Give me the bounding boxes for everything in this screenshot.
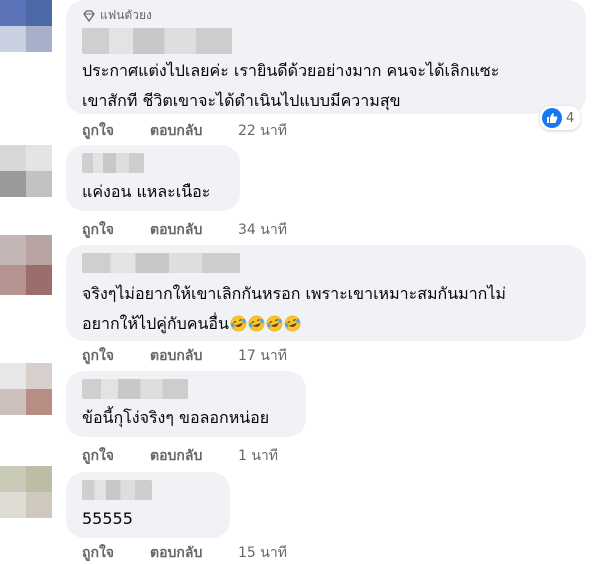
avatar[interactable] — [0, 235, 52, 295]
avatar[interactable] — [0, 0, 52, 52]
timestamp[interactable]: 1 นาที — [238, 445, 278, 467]
reply-button[interactable]: ตอบกลับ — [150, 542, 238, 564]
comment-bubble: 55555 — [66, 472, 230, 538]
avatar[interactable] — [0, 145, 52, 197]
comment-line: อยากให้ไปคู่กับคนอื่น — [82, 314, 229, 333]
laughing-crying-emoji-icon — [248, 315, 265, 332]
comment-text: ประกาศแต่งไปเลยค่ะ เรายินดีด้วยอย่างมาก … — [82, 56, 499, 116]
comment-actions: ถูกใจ ตอบกลับ 22 นาที — [82, 120, 287, 142]
laughing-crying-emoji-icon — [284, 315, 301, 332]
timestamp[interactable]: 22 นาที — [238, 120, 287, 142]
timestamp[interactable]: 15 นาที — [238, 542, 287, 564]
timestamp[interactable]: 17 นาที — [238, 345, 287, 367]
comment-text: ข้อนี้กุโง่จริงๆ ขอลอกหน่อย — [82, 403, 269, 433]
comment-line: ข้อนี้กุโง่จริงๆ ขอลอกหน่อย — [82, 408, 270, 427]
laughing-crying-emoji-icon — [266, 315, 283, 332]
like-reaction-icon — [542, 108, 562, 128]
like-button[interactable]: ถูกใจ — [82, 445, 150, 467]
like-button[interactable]: ถูกใจ — [82, 345, 150, 367]
comment-line: 55555 — [82, 509, 133, 528]
comment-bubble: ข้อนี้กุโง่จริงๆ ขอลอกหน่อย — [66, 371, 306, 437]
emoji-group — [229, 314, 301, 333]
badge-label: แฟนตัวยง — [100, 8, 152, 22]
comment-text: จริงๆไม่อยากให้เขาเลิกกันหรอก เพราะเขาเห… — [82, 279, 506, 339]
comment-line: แค่งอน แหละเนือะ — [82, 182, 211, 201]
comment-bubble: แฟนตัวยง ประกาศแต่งไปเลยค่ะ เรายินดีด้วย… — [66, 0, 586, 114]
comment-actions: ถูกใจ ตอบกลับ 1 นาที — [82, 445, 278, 467]
avatar[interactable] — [0, 466, 52, 518]
reaction-count[interactable]: 4 — [540, 106, 581, 130]
reaction-number: 4 — [566, 110, 575, 126]
diamond-icon — [83, 9, 95, 22]
comment-text: 55555 — [82, 504, 133, 534]
author-name-redacted[interactable] — [82, 480, 152, 500]
comment-text: แค่งอน แหละเนือะ — [82, 177, 210, 207]
comment-actions: ถูกใจ ตอบกลับ 17 นาที — [82, 345, 287, 367]
like-button[interactable]: ถูกใจ — [82, 120, 150, 142]
comment-bubble: แค่งอน แหละเนือะ — [66, 145, 240, 211]
author-name-redacted[interactable] — [82, 28, 232, 54]
author-name-redacted[interactable] — [82, 153, 144, 173]
timestamp[interactable]: 34 นาที — [238, 219, 287, 241]
comment-line: จริงๆไม่อยากให้เขาเลิกกันหรอก เพราะเขาเห… — [82, 284, 506, 303]
laughing-crying-emoji-icon — [230, 315, 247, 332]
avatar[interactable] — [0, 363, 52, 415]
reply-button[interactable]: ตอบกลับ — [150, 345, 238, 367]
author-name-redacted[interactable] — [82, 379, 188, 399]
author-name-redacted[interactable] — [82, 253, 240, 273]
comment-line: ประกาศแต่งไปเลยค่ะ เรายินดีด้วยอย่างมาก … — [82, 61, 500, 80]
reply-button[interactable]: ตอบกลับ — [150, 445, 238, 467]
reply-button[interactable]: ตอบกลับ — [150, 219, 238, 241]
top-fan-badge: แฟนตัวยง — [82, 6, 152, 25]
comment-actions: ถูกใจ ตอบกลับ 34 นาที — [82, 219, 287, 241]
like-button[interactable]: ถูกใจ — [82, 542, 150, 564]
like-button[interactable]: ถูกใจ — [82, 219, 150, 241]
comment-line-with-emoji: อยากให้ไปคู่กับคนอื่น — [82, 309, 506, 339]
reply-button[interactable]: ตอบกลับ — [150, 120, 238, 142]
comment-bubble: จริงๆไม่อยากให้เขาเลิกกันหรอก เพราะเขาเห… — [66, 245, 586, 341]
comment-line: เขาสักที ชีวิตเขาจะได้ดำเนินไปแบบมีความส… — [82, 91, 401, 110]
comment-actions: ถูกใจ ตอบกลับ 15 นาที — [82, 542, 287, 564]
